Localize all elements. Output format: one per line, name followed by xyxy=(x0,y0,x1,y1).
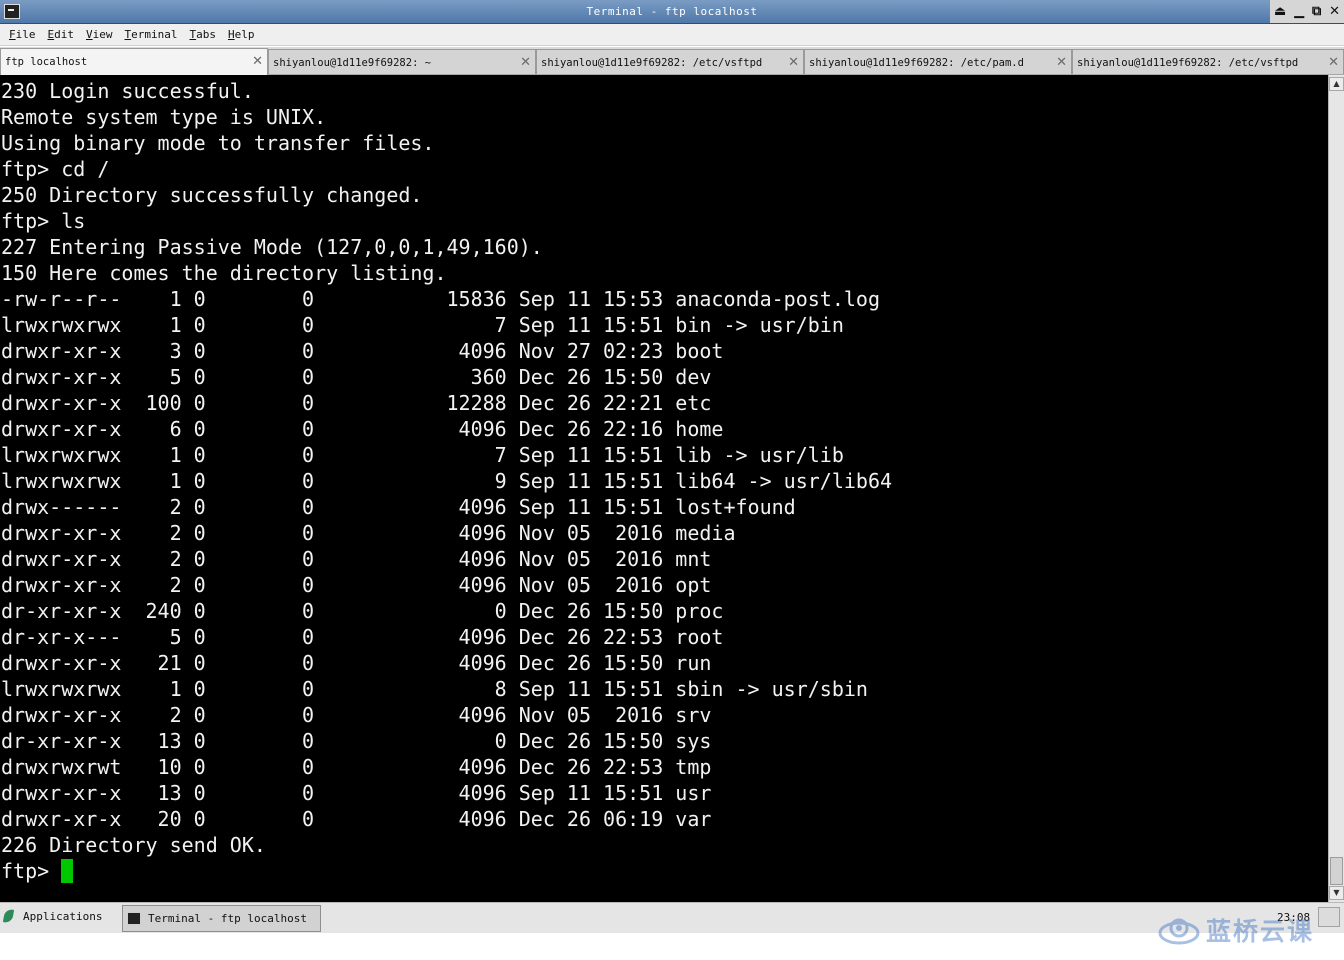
taskbar: Applications Terminal - ftp localhost 23… xyxy=(0,902,1344,933)
terminal-line: Using binary mode to transfer files. xyxy=(1,131,435,155)
terminal-line: lrwxrwxrwx 1 0 0 9 Sep 11 15:51 lib64 ->… xyxy=(1,469,893,493)
terminal-output[interactable]: 230 Login successful. Remote system type … xyxy=(0,75,1328,902)
terminal-line: Remote system type is UNIX. xyxy=(1,105,327,129)
taskbar-terminal-window-button[interactable]: Terminal - ftp localhost xyxy=(122,905,321,932)
terminal-line: dr-xr-xr-x 240 0 0 0 Dec 26 15:50 proc xyxy=(1,599,724,623)
terminal-scrollbar[interactable]: ▲ ▼ xyxy=(1328,75,1344,902)
tray-icon[interactable] xyxy=(1318,907,1340,927)
terminal-line: drwxr-xr-x 5 0 0 360 Dec 26 15:50 dev xyxy=(1,365,712,389)
menu-edit[interactable]: Edit xyxy=(48,28,75,41)
menu-tabs[interactable]: Tabs xyxy=(189,28,216,41)
scrollbar-thumb[interactable] xyxy=(1330,857,1343,885)
terminal-line: drwx------ 2 0 0 4096 Sep 11 15:51 lost+… xyxy=(1,495,796,519)
tab-label: shiyanlou@1d11e9f69282: /etc/vsftpd xyxy=(1077,57,1299,69)
terminal-line: ftp> cd / xyxy=(1,157,110,181)
tab-label: ftp localhost xyxy=(5,56,88,68)
terminal-line: lrwxrwxrwx 1 0 0 7 Sep 11 15:51 bin -> u… xyxy=(1,313,844,337)
menu-view[interactable]: View xyxy=(86,28,113,41)
taskbar-task-label: Terminal - ftp localhost xyxy=(148,912,307,925)
terminal-line: lrwxrwxrwx 1 0 0 7 Sep 11 15:51 lib -> u… xyxy=(1,443,844,467)
maximize-window-button[interactable]: ⧉ xyxy=(1312,4,1321,19)
terminal-line: drwxr-xr-x 3 0 0 4096 Nov 27 02:23 boot xyxy=(1,339,724,363)
tab-etc-pam-d[interactable]: shiyanlou@1d11e9f69282: /etc/pam.d ✕ xyxy=(804,49,1072,74)
terminal-line: drwxr-xr-x 100 0 0 12288 Dec 26 22:21 et… xyxy=(1,391,712,415)
terminal-line: drwxr-xr-x 13 0 0 4096 Sep 11 15:51 usr xyxy=(1,781,712,805)
leaf-icon xyxy=(2,908,15,924)
shade-window-button[interactable]: ⏏ xyxy=(1274,4,1286,19)
tab-close-icon[interactable]: ✕ xyxy=(520,55,531,70)
terminal-line: drwxrwxrwt 10 0 0 4096 Dec 26 22:53 tmp xyxy=(1,755,712,779)
tab-etc-vsftpd-2[interactable]: shiyanlou@1d11e9f69282: /etc/vsftpd ✕ xyxy=(1072,49,1344,74)
menu-help[interactable]: Help xyxy=(228,28,255,41)
tab-etc-vsftpd[interactable]: shiyanlou@1d11e9f69282: /etc/vsftpd ✕ xyxy=(536,49,804,74)
tab-label: shiyanlou@1d11e9f69282: /etc/vsftpd xyxy=(541,57,763,69)
terminal-line: drwxr-xr-x 2 0 0 4096 Nov 05 2016 mnt xyxy=(1,547,712,571)
cloud-logo-icon xyxy=(1158,918,1200,945)
terminal-line: 150 Here comes the directory listing. xyxy=(1,261,447,285)
watermark: 蓝桥云课 xyxy=(1158,912,1314,948)
window-titlebar[interactable]: Terminal - ftp localhost ⏏ ▁ ⧉ ✕ xyxy=(0,0,1344,24)
terminal-line: drwxr-xr-x 21 0 0 4096 Dec 26 15:50 run xyxy=(1,651,712,675)
window-controls: ⏏ ▁ ⧉ ✕ xyxy=(1270,0,1344,23)
terminal-line: 250 Directory successfully changed. xyxy=(1,183,423,207)
terminal-line: ftp> ls xyxy=(1,209,86,233)
tab-ftp-localhost[interactable]: ftp localhost ✕ xyxy=(0,48,268,75)
terminal-icon xyxy=(127,912,141,925)
terminal-line: drwxr-xr-x 2 0 0 4096 Nov 05 2016 media xyxy=(1,521,736,545)
terminal-line: -rw-r--r-- 1 0 0 15836 Sep 11 15:53 anac… xyxy=(1,287,880,311)
terminal-cursor xyxy=(61,859,73,883)
tab-label: shiyanlou@1d11e9f69282: /etc/pam.d xyxy=(809,57,1024,69)
scroll-up-arrow-icon[interactable]: ▲ xyxy=(1329,77,1344,91)
watermark-text: 蓝桥云课 xyxy=(1206,917,1315,946)
menu-bar: File Edit View Terminal Tabs Help xyxy=(0,24,1344,46)
terminal-line: drwxr-xr-x 20 0 0 4096 Dec 26 06:19 var xyxy=(1,807,712,831)
scroll-down-arrow-icon[interactable]: ▼ xyxy=(1329,886,1344,900)
terminal-line: 227 Entering Passive Mode (127,0,0,1,49,… xyxy=(1,235,543,259)
desktop: Terminal - ftp localhost ⏏ ▁ ⧉ ✕ File Ed… xyxy=(0,0,1344,960)
terminal-line: lrwxrwxrwx 1 0 0 8 Sep 11 15:51 sbin -> … xyxy=(1,677,868,701)
menu-terminal[interactable]: Terminal xyxy=(125,28,178,41)
applications-label: Applications xyxy=(23,909,103,923)
terminal-line: ftp> xyxy=(1,859,62,883)
terminal-line: drwxr-xr-x 2 0 0 4096 Nov 05 2016 srv xyxy=(1,703,712,727)
tab-close-icon[interactable]: ✕ xyxy=(1056,55,1067,70)
tab-close-icon[interactable]: ✕ xyxy=(1328,55,1339,70)
tab-bar: ftp localhost ✕ shiyanlou@1d11e9f69282: … xyxy=(0,47,1344,75)
applications-menu-button[interactable]: Applications xyxy=(2,908,103,924)
tab-label: shiyanlou@1d11e9f69282: ~ xyxy=(273,57,432,69)
terminal-line: 230 Login successful. xyxy=(1,79,254,103)
menu-file[interactable]: File xyxy=(9,28,36,41)
terminal-line: dr-xr-xr-x 13 0 0 0 Dec 26 15:50 sys xyxy=(1,729,712,753)
terminal-line: drwxr-xr-x 2 0 0 4096 Nov 05 2016 opt xyxy=(1,573,712,597)
tab-close-icon[interactable]: ✕ xyxy=(252,54,263,69)
tab-home[interactable]: shiyanlou@1d11e9f69282: ~ ✕ xyxy=(268,49,536,74)
window-title: Terminal - ftp localhost xyxy=(586,5,758,18)
tab-close-icon[interactable]: ✕ xyxy=(788,55,799,70)
terminal-line: dr-xr-x--- 5 0 0 4096 Dec 26 22:53 root xyxy=(1,625,724,649)
terminal-line: drwxr-xr-x 6 0 0 4096 Dec 26 22:16 home xyxy=(1,417,724,441)
minimize-window-button[interactable]: ▁ xyxy=(1294,4,1304,19)
terminal-line: 226 Directory send OK. xyxy=(1,833,266,857)
close-window-button[interactable]: ✕ xyxy=(1329,4,1340,19)
